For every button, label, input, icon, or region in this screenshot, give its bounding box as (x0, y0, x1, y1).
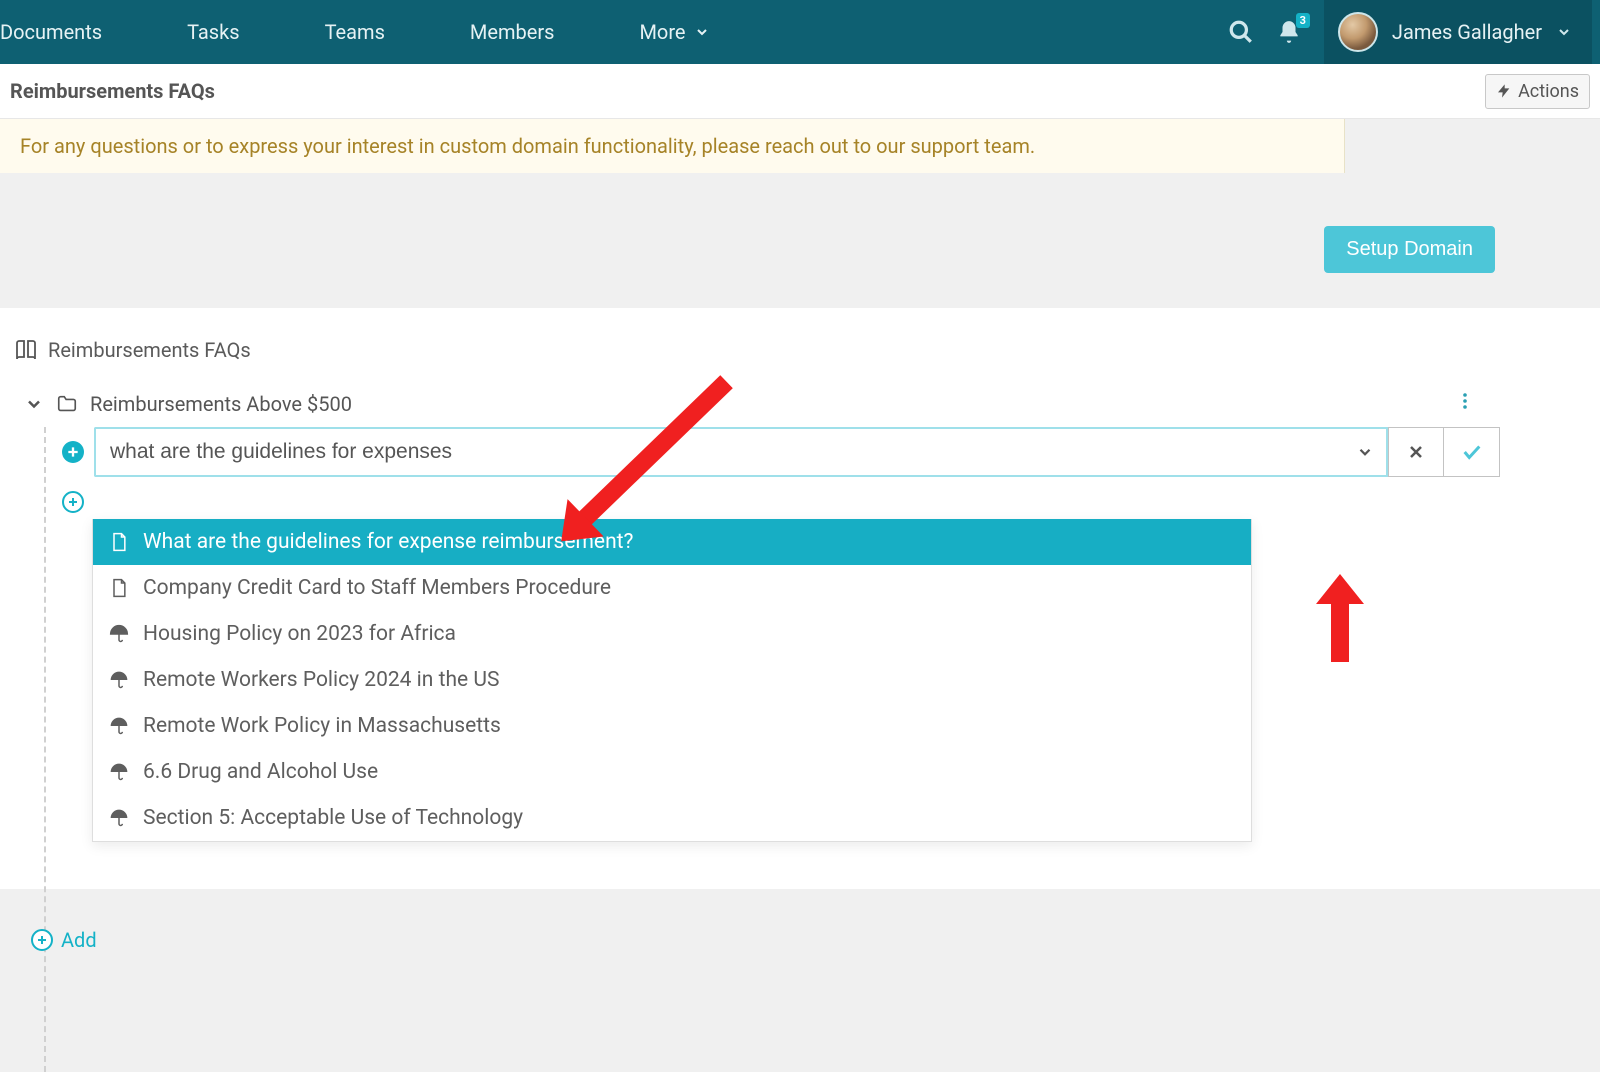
page-icon (109, 532, 129, 552)
confirm-button[interactable] (1444, 427, 1500, 477)
add-link[interactable]: Add (31, 928, 1600, 952)
suggestion-label: Remote Work Policy in Massachusetts (143, 714, 501, 738)
tree-folder[interactable]: Reimbursements Above $500 (14, 382, 1600, 427)
nav-more-label: More (639, 20, 685, 44)
tree-children: What are the guidelines for expense reim… (44, 427, 1600, 952)
nav-tasks[interactable]: Tasks (187, 20, 240, 44)
nav-links: Documents Tasks Teams Members More (0, 20, 1228, 44)
document-tree: Reimbursements FAQs Reimbursements Above… (0, 308, 1600, 889)
check-icon (1461, 441, 1483, 463)
suggestion-label: Housing Policy on 2023 for Africa (143, 622, 456, 646)
tree-root[interactable]: Reimbursements FAQs (14, 338, 1600, 362)
suggestion-item[interactable]: 6.6 Drug and Alcohol Use (93, 749, 1251, 795)
close-icon (1406, 442, 1426, 462)
notification-badge: 3 (1296, 13, 1310, 28)
plus-icon (36, 934, 48, 946)
chevron-down-icon (1356, 443, 1374, 461)
notifications-button[interactable]: 3 (1276, 19, 1302, 45)
topbar-actions: 3 James Gallagher (1228, 0, 1600, 64)
suggestion-item[interactable]: Company Credit Card to Staff Members Pro… (93, 565, 1251, 611)
setup-domain-button[interactable]: Setup Domain (1324, 226, 1495, 273)
banner-region: For any questions or to express your int… (0, 119, 1600, 308)
actions-label: Actions (1518, 81, 1579, 102)
subheader: Reimbursements FAQs Actions (0, 64, 1600, 119)
suggestion-label: What are the guidelines for expense reim… (143, 530, 633, 554)
chevron-down-icon[interactable] (24, 394, 44, 414)
nav-members[interactable]: Members (470, 20, 555, 44)
cancel-button[interactable] (1388, 427, 1444, 477)
suggestion-item[interactable]: Section 5: Acceptable Use of Technology (93, 795, 1251, 841)
page-title: Reimbursements FAQs (10, 79, 215, 103)
suggestion-item[interactable]: What are the guidelines for expense reim… (93, 519, 1251, 565)
lightning-icon (1496, 83, 1512, 99)
nav-more[interactable]: More (639, 20, 709, 44)
node-search-input[interactable] (94, 427, 1344, 477)
search-icon (1228, 19, 1254, 45)
page-icon (109, 578, 129, 598)
chevron-down-icon (694, 24, 710, 40)
add-sibling-button[interactable] (62, 491, 84, 513)
folder-more-button[interactable] (1456, 390, 1474, 417)
suggestion-item[interactable]: Remote Workers Policy 2024 in the US (93, 657, 1251, 703)
nav-teams[interactable]: Teams (325, 20, 385, 44)
user-name: James Gallagher (1392, 20, 1542, 44)
user-menu[interactable]: James Gallagher (1324, 0, 1592, 64)
suggestion-label: 6.6 Drug and Alcohol Use (143, 760, 378, 784)
info-banner: For any questions or to express your int… (0, 119, 1345, 173)
add-label: Add (61, 928, 97, 952)
suggestion-label: Company Credit Card to Staff Members Pro… (143, 576, 611, 600)
umbrella-icon (109, 716, 129, 736)
add-node-button[interactable] (62, 441, 84, 463)
nav-documents[interactable]: Documents (0, 20, 102, 44)
suggestion-item[interactable]: Housing Policy on 2023 for Africa (93, 611, 1251, 657)
plus-icon-wrap (31, 929, 53, 951)
top-nav: Documents Tasks Teams Members More 3 Jam… (0, 0, 1600, 64)
suggestion-label: Section 5: Acceptable Use of Technology (143, 806, 523, 830)
umbrella-icon (109, 670, 129, 690)
search-button[interactable] (1228, 19, 1254, 45)
suggestions-dropdown: What are the guidelines for expense reim… (92, 519, 1252, 842)
more-vertical-icon (1456, 390, 1474, 412)
search-wrap (94, 427, 1500, 477)
plus-icon (66, 445, 80, 459)
tree-root-label: Reimbursements FAQs (48, 338, 251, 362)
book-icon (14, 338, 38, 362)
umbrella-icon (109, 762, 129, 782)
plus-icon (67, 496, 79, 508)
tree-folder-label: Reimbursements Above $500 (90, 392, 352, 416)
folder-icon (56, 393, 78, 415)
avatar (1338, 12, 1378, 52)
chevron-down-icon (1556, 24, 1572, 40)
suggestion-label: Remote Workers Policy 2024 in the US (143, 668, 499, 692)
dropdown-toggle[interactable] (1344, 427, 1388, 477)
umbrella-icon (109, 624, 129, 644)
actions-button[interactable]: Actions (1485, 74, 1590, 109)
umbrella-icon (109, 808, 129, 828)
add-node-row (62, 427, 1600, 477)
suggestion-item[interactable]: Remote Work Policy in Massachusetts (93, 703, 1251, 749)
